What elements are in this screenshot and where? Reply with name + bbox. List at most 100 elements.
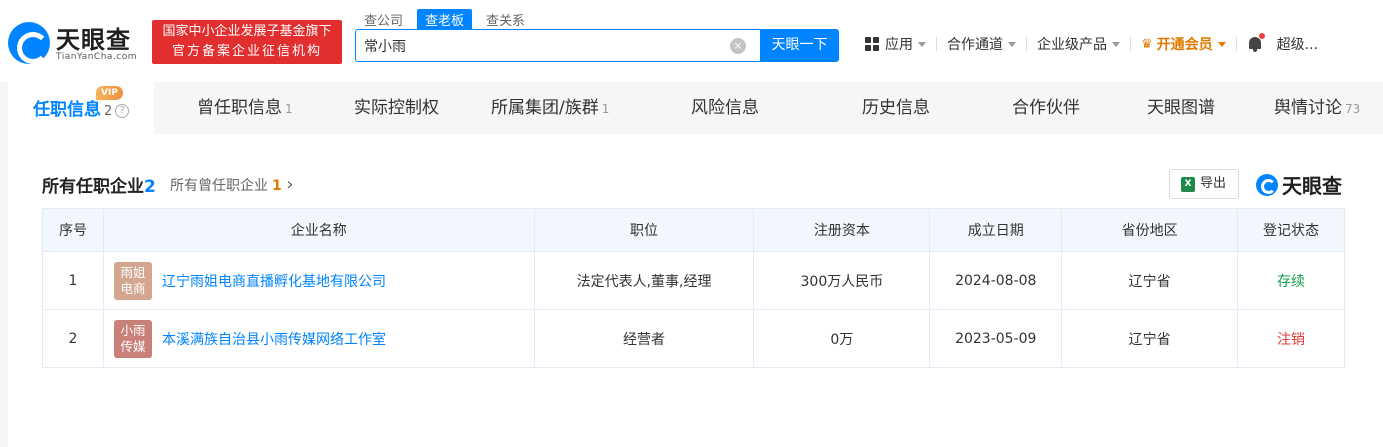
company-cell: 雨姐 电商 辽宁雨姐电商直播孵化基地有限公司 <box>102 251 535 310</box>
company-cell: 小雨 传媒 本溪满族自治县小雨传媒网络工作室 <box>102 309 535 368</box>
row-index: 2 <box>42 309 104 368</box>
nav-apps[interactable]: 应用 <box>855 34 936 54</box>
tab-label: 舆情讨论 <box>1274 98 1342 118</box>
founded-cell: 2023-05-09 <box>929 309 1063 368</box>
capital-cell: 300万人民币 <box>753 251 931 310</box>
province-cell: 辽宁省 <box>1061 309 1239 368</box>
col-company: 企业名称 <box>102 208 535 252</box>
tab-count: 1 <box>285 102 293 116</box>
tab-label: 所属集团/族群 <box>491 98 599 118</box>
brand-text: 天眼查 <box>1282 174 1342 198</box>
nav-enterprise-products[interactable]: 企业级产品 <box>1027 34 1130 54</box>
col-province: 省份地区 <box>1061 208 1239 252</box>
tab-current-positions[interactable]: 任职信息 2? VIP <box>8 82 155 134</box>
search-input[interactable] <box>356 30 716 61</box>
avatar-line-2: 传媒 <box>120 338 146 354</box>
search-tab-relation[interactable]: 查关系 <box>478 9 533 30</box>
nav-vip-label: 开通会员 <box>1156 37 1213 53</box>
logo-domain: TianYanCha.com <box>56 52 138 62</box>
tab-group[interactable]: 所属集团/族群 1 <box>491 82 609 134</box>
tab-label: 合作伙伴 <box>1012 98 1080 118</box>
tab-label: 曾任职信息 <box>197 98 282 118</box>
table-row: 1 雨姐 电商 辽宁雨姐电商直播孵化基地有限公司 法定代表人,董事,经理 300… <box>42 251 1345 310</box>
export-label: 导出 <box>1200 176 1227 191</box>
status-badge: 存续 <box>1237 251 1345 310</box>
tab-public-opinion[interactable]: 舆情讨论 73 <box>1274 82 1360 134</box>
tianyancha-logo[interactable]: 天眼查 TianYanCha.com <box>8 20 148 68</box>
user-name: 超级... <box>1276 37 1319 53</box>
crown-icon: ♛ <box>1141 36 1153 52</box>
tab-partners[interactable]: 合作伙伴 <box>1012 82 1080 134</box>
help-icon[interactable]: ? <box>115 104 130 118</box>
excel-icon: X <box>1181 177 1195 192</box>
search-tab-company[interactable]: 查公司 <box>356 9 411 30</box>
tab-history[interactable]: 历史信息 <box>862 82 930 134</box>
apps-grid-icon <box>865 37 879 51</box>
company-link[interactable]: 本溪满族自治县小雨传媒网络工作室 <box>162 329 386 349</box>
company-avatar[interactable]: 雨姐 电商 <box>113 261 152 300</box>
tab-count: 73 <box>1345 102 1361 116</box>
col-status: 登记状态 <box>1237 208 1345 252</box>
tab-graph[interactable]: 天眼图谱 <box>1147 82 1215 134</box>
past-positions-link[interactable]: 所有曾任职企业 1 › <box>170 174 293 195</box>
col-position: 职位 <box>533 208 755 252</box>
chevron-down-icon <box>1217 41 1226 47</box>
row-index: 1 <box>42 251 104 310</box>
chevron-down-icon <box>918 41 926 47</box>
positions-table: 序号 企业名称 职位 注册资本 成立日期 省份地区 登记状态 1 雨姐 电商 辽… <box>42 208 1345 368</box>
logo-eye-icon <box>8 22 50 64</box>
tianyancha-watermark: 天眼查 <box>1256 170 1342 199</box>
position-cell: 经营者 <box>533 309 755 368</box>
nav-partner-channel[interactable]: 合作通道 <box>937 34 1026 54</box>
tab-count: 2 <box>104 104 113 119</box>
tab-count: 1 <box>601 102 610 116</box>
search-type-tabs: 查公司 查老板 查关系 <box>356 9 533 30</box>
province-cell: 辽宁省 <box>1061 251 1239 310</box>
tab-past-positions[interactable]: 曾任职信息 1 <box>197 82 293 134</box>
col-capital: 注册资本 <box>753 208 931 252</box>
profile-tabs: 任职信息 2? VIP 曾任职信息 1 实际控制权 所属集团/族群 1 风险信息 历史… <box>8 82 1383 134</box>
tab-actual-control[interactable]: 实际控制权 <box>354 82 439 134</box>
position-cell: 法定代表人,董事,经理 <box>533 251 755 310</box>
search-tab-boss[interactable]: 查老板 <box>417 9 473 30</box>
founded-cell: 2024-08-08 <box>929 251 1063 310</box>
tab-label: 风险信息 <box>691 98 759 118</box>
chevron-right-icon: › <box>286 174 294 195</box>
avatar-line-2: 电商 <box>120 280 146 296</box>
badge-line-1: 国家中小企业发展子基金旗下 <box>162 24 332 39</box>
official-badge: 国家中小企业发展子基金旗下 官方备案企业征信机构 <box>152 20 342 64</box>
section-title-text: 所有任职企业 <box>42 177 144 197</box>
col-founded: 成立日期 <box>929 208 1063 252</box>
section-title-count: 2 <box>144 177 156 197</box>
tab-label: 任职信息 <box>33 100 101 120</box>
notification-dot <box>1258 33 1265 39</box>
export-button[interactable]: X 导出 <box>1169 169 1239 199</box>
positions-panel: 所有任职企业2 所有曾任职企业 1 › X 导出 天眼查 序号 企业名称 职位 注… <box>8 134 1383 447</box>
col-index: 序号 <box>42 208 104 252</box>
search-box: × <box>355 29 761 62</box>
nav-partner-label: 合作通道 <box>947 37 1003 53</box>
company-avatar[interactable]: 小雨 传媒 <box>113 319 152 358</box>
top-header: 天眼查 TianYanCha.com 国家中小企业发展子基金旗下 官方备案企业征… <box>0 0 1383 82</box>
past-count: 1 <box>272 178 282 194</box>
company-link[interactable]: 辽宁雨姐电商直播孵化基地有限公司 <box>162 271 386 291</box>
nav-apps-label: 应用 <box>885 37 913 53</box>
bell-icon[interactable] <box>1247 33 1265 53</box>
status-badge: 注销 <box>1237 309 1345 368</box>
capital-cell: 0万 <box>753 309 931 368</box>
section-title: 所有任职企业2 <box>42 172 156 197</box>
nav-user-menu[interactable]: 超级... <box>1271 34 1328 54</box>
table-row: 2 小雨 传媒 本溪满族自治县小雨传媒网络工作室 经营者 0万 2023-05-… <box>42 309 1345 368</box>
chevron-down-icon <box>1008 41 1016 47</box>
nav-enterprise-label: 企业级产品 <box>1037 37 1107 53</box>
past-label: 所有曾任职企业 <box>170 178 268 194</box>
avatar-line-1: 雨姐 <box>120 264 146 280</box>
table-header-row: 序号 企业名称 职位 注册资本 成立日期 省份地区 登记状态 <box>42 208 1345 252</box>
divider <box>1235 37 1237 51</box>
clear-icon[interactable]: × <box>730 38 746 54</box>
nav-open-vip[interactable]: ♛ 开通会员 <box>1131 34 1236 54</box>
logo-text: 天眼查 <box>56 26 131 54</box>
tab-risk[interactable]: 风险信息 <box>691 82 759 134</box>
search-button[interactable]: 天眼一下 <box>760 29 839 62</box>
chevron-down-icon <box>1112 41 1120 47</box>
